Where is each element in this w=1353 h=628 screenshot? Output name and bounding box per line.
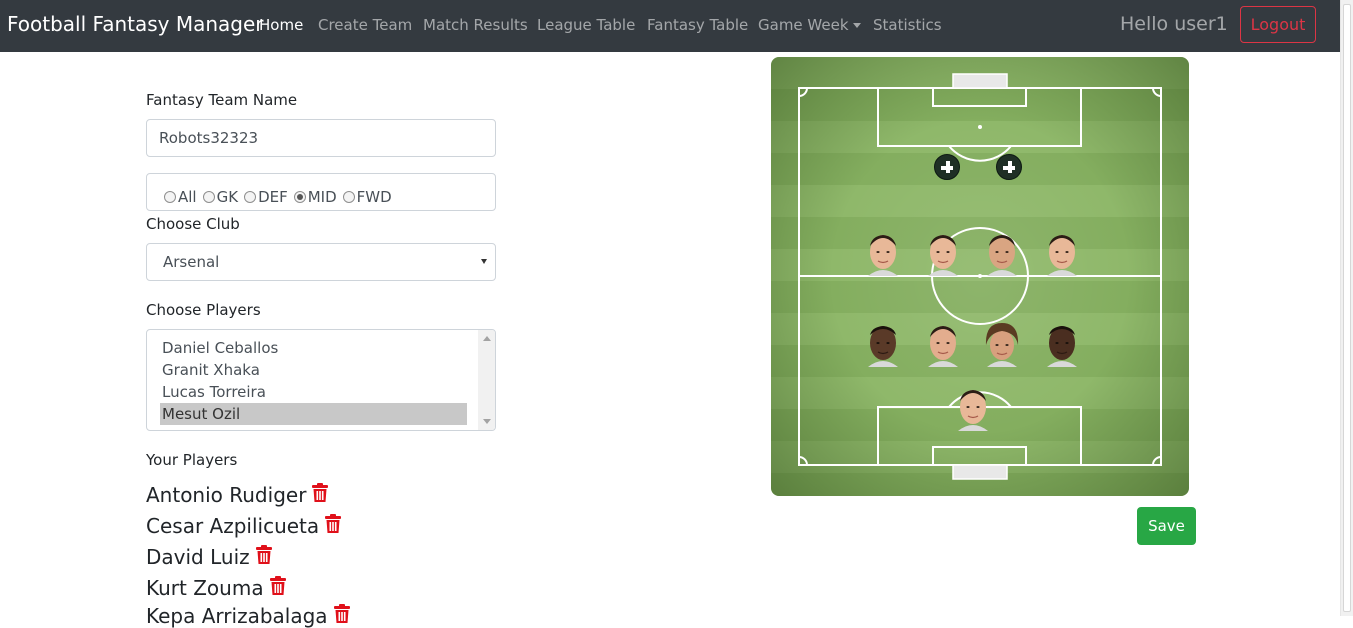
nav-home[interactable]: Home (259, 16, 303, 34)
radio-all-dot (164, 191, 176, 203)
player-face-icon[interactable] (864, 321, 902, 367)
trash-icon[interactable] (325, 514, 342, 538)
radio-def-dot (244, 191, 257, 203)
nav-fantasy-table[interactable]: Fantasy Table (647, 16, 748, 34)
players-label: Choose Players (146, 301, 261, 319)
player-face-icon[interactable] (1043, 321, 1081, 367)
player-option[interactable]: Granit Xhaka (160, 359, 467, 381)
your-player-name: David Luiz (146, 545, 250, 569)
position-filter: All GK DEF MID FWD (146, 173, 496, 211)
your-player-item: David Luiz (146, 545, 272, 569)
radio-gk-label: GK (216, 188, 239, 206)
select-arrow-icon (481, 259, 487, 264)
radio-mid-label: MID (307, 188, 337, 206)
radio-fwd-label: FWD (356, 188, 392, 206)
logout-button[interactable]: Logout (1240, 6, 1316, 43)
your-player-name: Cesar Azpilicueta (146, 514, 320, 538)
player-option-selected[interactable]: Mesut Ozil (160, 403, 467, 425)
player-face-icon[interactable] (864, 230, 902, 276)
your-player-name: Kurt Zouma (146, 576, 264, 600)
your-player-item: Cesar Azpilicueta (146, 514, 342, 538)
players-listbox[interactable]: Daniel Ceballos Granit Xhaka Lucas Torre… (146, 329, 496, 431)
your-player-item: Kurt Zouma (146, 576, 286, 600)
your-player-item: Antonio Rudiger (146, 483, 329, 507)
radio-def[interactable]: DEF (244, 188, 288, 206)
radio-all[interactable]: All (164, 188, 197, 206)
club-label: Choose Club (146, 215, 240, 233)
your-player-name: Antonio Rudiger (146, 483, 307, 507)
team-name-input[interactable]: Robots32323 (146, 119, 496, 157)
nav-game-week-dropdown[interactable]: Game Week (758, 16, 861, 34)
player-face-icon[interactable] (924, 321, 962, 367)
radio-gk-dot (202, 191, 215, 203)
add-player-icon[interactable] (934, 154, 960, 180)
brand-title[interactable]: Football Fantasy Manager (7, 12, 264, 36)
your-player-item: Kepa Arrizabalaga (146, 604, 350, 628)
nav-league-table[interactable]: League Table (537, 16, 635, 34)
trash-icon[interactable] (312, 483, 329, 507)
nav-match-results[interactable]: Match Results (423, 16, 528, 34)
nav-create-team[interactable]: Create Team (318, 16, 412, 34)
radio-all-label: All (178, 188, 197, 206)
radio-def-label: DEF (258, 188, 288, 206)
player-face-icon[interactable] (983, 321, 1021, 367)
player-face-icon[interactable] (983, 230, 1021, 276)
player-face-icon[interactable] (924, 230, 962, 276)
page-scrollbar-thumb[interactable] (1343, 4, 1351, 612)
football-pitch (771, 57, 1189, 496)
your-player-name: Kepa Arrizabalaga (146, 604, 328, 628)
radio-fwd[interactable]: FWD (342, 188, 392, 206)
scroll-up-icon[interactable] (483, 336, 491, 341)
save-button[interactable]: Save (1137, 507, 1196, 545)
trash-icon[interactable] (333, 604, 350, 628)
scroll-down-icon[interactable] (483, 419, 491, 424)
radio-gk[interactable]: GK (202, 188, 239, 206)
club-select-value: Arsenal (163, 253, 220, 271)
player-option[interactable]: Lucas Torreira (160, 381, 467, 403)
radio-mid[interactable]: MID (293, 188, 337, 206)
add-player-icon[interactable] (996, 154, 1022, 180)
club-select[interactable]: Arsenal (146, 243, 496, 281)
navbar: Football Fantasy Manager Home Create Tea… (0, 0, 1340, 52)
caret-down-icon (852, 23, 861, 28)
trash-icon[interactable] (269, 576, 286, 600)
nav-statistics[interactable]: Statistics (873, 16, 942, 34)
radio-mid-dot (293, 191, 306, 203)
radio-fwd-dot (342, 191, 355, 203)
trash-icon[interactable] (255, 545, 272, 569)
your-players-label: Your Players (146, 451, 238, 469)
listbox-scrollbar[interactable] (478, 330, 495, 430)
nav-game-week-label: Game Week (758, 16, 849, 34)
listbox-scrollbar-thumb[interactable] (481, 345, 492, 415)
team-name-label: Fantasy Team Name (146, 91, 298, 109)
page-scrollbar[interactable] (1340, 0, 1353, 616)
player-face-icon[interactable] (1043, 230, 1081, 276)
user-greeting: Hello user1 (1120, 13, 1228, 35)
player-face-icon[interactable] (954, 385, 992, 431)
player-option[interactable]: Daniel Ceballos (160, 337, 467, 359)
